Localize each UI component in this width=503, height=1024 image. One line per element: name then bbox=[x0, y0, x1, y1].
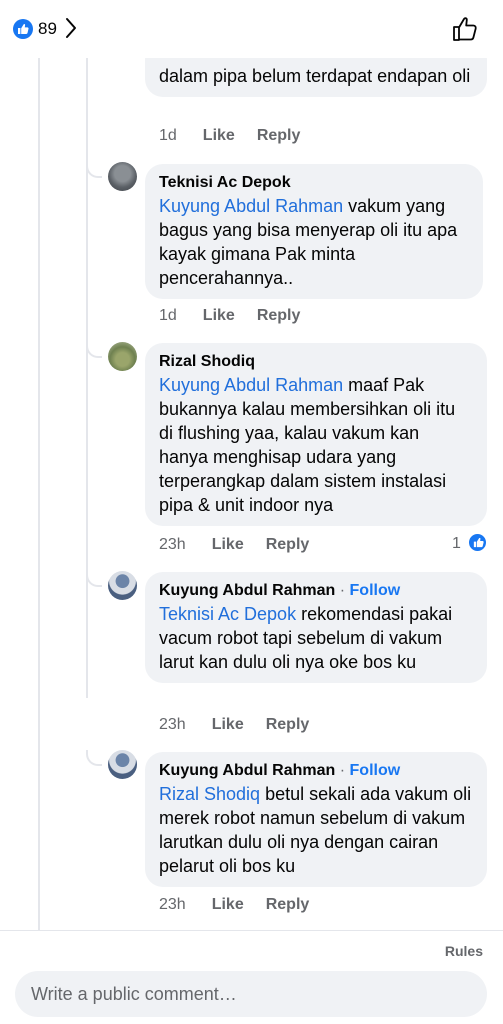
avatar[interactable] bbox=[108, 750, 137, 779]
like-button[interactable]: Like bbox=[212, 536, 244, 553]
reaction-count[interactable]: 1 bbox=[452, 534, 461, 554]
mention-link[interactable]: Teknisi Ac Depok bbox=[159, 604, 296, 624]
comment-actions: 1d Like Reply bbox=[159, 306, 322, 326]
comment-bubble: Kuyung Abdul Rahman · Follow Teknisi Ac … bbox=[145, 572, 487, 683]
comment-text: Kuyung Abdul Rahman maaf Pak bukannya ka… bbox=[159, 373, 473, 517]
comment-time[interactable]: 23h bbox=[159, 536, 186, 553]
comment-actions: 23h Like Reply bbox=[159, 535, 331, 555]
comment-text: Kuyung Abdul Rahman vakum yang bagus yan… bbox=[159, 194, 469, 290]
reply-button[interactable]: Reply bbox=[266, 896, 310, 913]
comment-text: Rizal Shodiq betul sekali ada vakum oli … bbox=[159, 782, 473, 878]
comment-bubble: Teknisi Ac Depok Kuyung Abdul Rahman vak… bbox=[145, 164, 483, 299]
comment-author: Kuyung Abdul Rahman · Follow bbox=[159, 580, 473, 602]
follow-button[interactable]: Follow bbox=[350, 762, 401, 779]
comment-time[interactable]: 1d bbox=[159, 307, 177, 324]
comment-time[interactable]: 23h bbox=[159, 896, 186, 913]
comment-bubble: Rizal Shodiq Kuyung Abdul Rahman maaf Pa… bbox=[145, 343, 487, 526]
reply-button[interactable]: Reply bbox=[257, 307, 301, 324]
mention-link[interactable]: Kuyung Abdul Rahman bbox=[159, 375, 343, 395]
like-reaction-icon[interactable] bbox=[467, 532, 488, 553]
separator-dot: · bbox=[335, 582, 350, 599]
comment-thread[interactable]: dalam pipa belum terdapat endapan oli 1d… bbox=[0, 58, 503, 930]
mention-link[interactable]: Kuyung Abdul Rahman bbox=[159, 196, 343, 216]
thread-line bbox=[38, 58, 40, 930]
reply-button[interactable]: Reply bbox=[266, 716, 310, 733]
comment-actions: 23h Like Reply bbox=[159, 895, 331, 915]
comment-input[interactable] bbox=[15, 971, 487, 1017]
like-reaction-icon[interactable] bbox=[13, 19, 33, 39]
author-name[interactable]: Kuyung Abdul Rahman bbox=[159, 582, 335, 599]
follow-button[interactable]: Follow bbox=[350, 582, 401, 599]
reply-thread-line bbox=[86, 58, 88, 698]
avatar[interactable] bbox=[108, 162, 137, 191]
rules-link[interactable]: Rules bbox=[445, 943, 483, 959]
reply-button[interactable]: Reply bbox=[266, 536, 310, 553]
reply-connector bbox=[86, 342, 102, 358]
like-button[interactable]: Like bbox=[203, 127, 235, 144]
reply-connector bbox=[86, 750, 102, 766]
comment-actions: 23h Like Reply bbox=[159, 715, 331, 735]
reply-connector bbox=[86, 571, 102, 587]
comment-author[interactable]: Rizal Shodiq bbox=[159, 351, 473, 373]
comment-time[interactable]: 1d bbox=[159, 127, 177, 144]
comment-time[interactable]: 23h bbox=[159, 716, 186, 733]
comment-bubble: dalam pipa belum terdapat endapan oli bbox=[145, 58, 487, 97]
comment-author: Kuyung Abdul Rahman · Follow bbox=[159, 760, 473, 782]
avatar[interactable] bbox=[108, 571, 137, 600]
avatar[interactable] bbox=[108, 342, 137, 371]
like-button[interactable]: Like bbox=[212, 896, 244, 913]
comment-author[interactable]: Teknisi Ac Depok bbox=[159, 172, 469, 194]
like-button[interactable]: Like bbox=[212, 716, 244, 733]
thumbs-up-outline-icon[interactable] bbox=[451, 16, 479, 42]
like-button[interactable]: Like bbox=[203, 307, 235, 324]
reply-connector bbox=[86, 162, 102, 178]
comment-actions: 1d Like Reply bbox=[159, 126, 322, 146]
comment-text: Teknisi Ac Depok rekomendasi pakai vacum… bbox=[159, 602, 473, 674]
mention-link[interactable]: Rizal Shodiq bbox=[159, 784, 260, 804]
author-name[interactable]: Kuyung Abdul Rahman bbox=[159, 762, 335, 779]
separator-dot: · bbox=[335, 762, 350, 779]
comment-text: dalam pipa belum terdapat endapan oli bbox=[159, 66, 471, 86]
comment-body: maaf Pak bukannya kalau membersihkan oli… bbox=[159, 375, 456, 515]
comment-composer: Rules bbox=[0, 930, 503, 1024]
header: 89 bbox=[0, 0, 503, 58]
reaction-count[interactable]: 89 bbox=[38, 19, 57, 39]
chevron-right-icon[interactable] bbox=[64, 16, 78, 40]
comment-bubble: Kuyung Abdul Rahman · Follow Rizal Shodi… bbox=[145, 752, 487, 887]
reply-button[interactable]: Reply bbox=[257, 127, 301, 144]
